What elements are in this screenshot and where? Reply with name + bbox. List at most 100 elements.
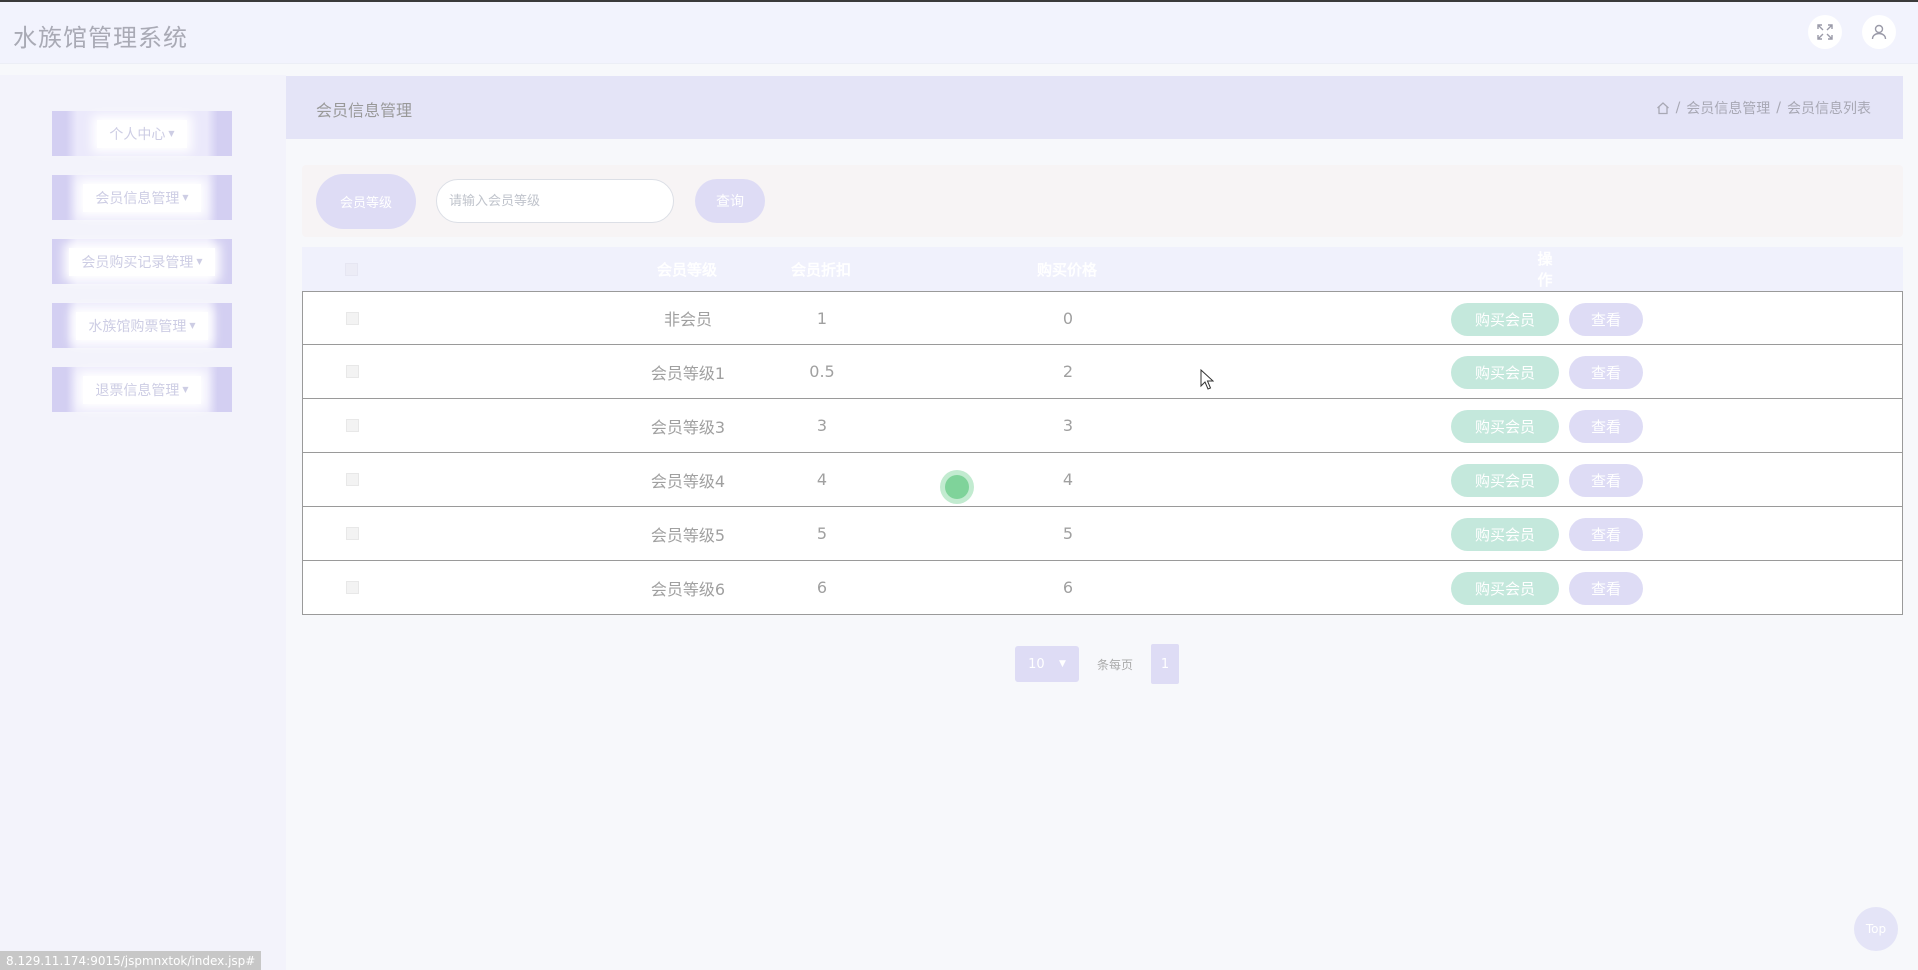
- purchase-price: 0: [1062, 308, 1074, 328]
- sidebar-item-refund[interactable]: 退票信息管理 ▼: [52, 367, 232, 412]
- select-all-checkbox[interactable]: [344, 262, 358, 276]
- column-header-price[interactable]: 购买价格: [1037, 259, 1097, 280]
- member-level: 会员等级4: [650, 471, 726, 491]
- member-table: 会员等级 会员折扣 购买价格 操作 非会员 1 0 购买会员 查看 会员等级1 0.5 2 购买…: [302, 247, 1903, 615]
- sidebar-item-inner: 会员购买记录管理 ▼: [69, 247, 215, 276]
- page-size-select[interactable]: 10 ▼: [1015, 646, 1079, 682]
- header-checkbox-cell: [338, 247, 364, 291]
- sidebar-item-label: 会员信息管理: [95, 190, 180, 207]
- search-button[interactable]: 查询: [695, 179, 765, 223]
- view-button[interactable]: 查看: [1569, 572, 1643, 605]
- buy-member-button[interactable]: 购买会员: [1451, 572, 1559, 605]
- member-level: 会员等级6: [650, 579, 726, 599]
- row-checkbox[interactable]: [345, 311, 359, 325]
- app-header: 水族馆管理系统: [0, 2, 1918, 64]
- column-header-actions: 操作: [1537, 250, 1553, 289]
- breadcrumb-item[interactable]: 会员信息管理: [1686, 98, 1770, 118]
- breadcrumb-separator: /: [1675, 100, 1681, 116]
- row-checkbox-cell: [339, 453, 365, 506]
- breadcrumb-bar: 会员信息管理 / 会员信息管理 / 会员信息列表: [286, 76, 1903, 139]
- member-discount: 4: [816, 470, 828, 489]
- member-level: 会员等级3: [650, 417, 726, 437]
- sidebar-item-member-purchase[interactable]: 会员购买记录管理 ▼: [52, 239, 232, 284]
- column-header-discount[interactable]: 会员折扣: [791, 259, 851, 280]
- row-checkbox[interactable]: [345, 581, 359, 594]
- view-button[interactable]: 查看: [1569, 410, 1643, 443]
- member-discount: 6: [816, 578, 828, 597]
- row-actions: 购买会员 查看: [1451, 518, 1643, 551]
- chevron-down-icon: ▼: [1058, 659, 1066, 669]
- row-checkbox-cell: [339, 345, 365, 398]
- page-title: 会员信息管理: [316, 101, 413, 120]
- sidebar-item-inner: 水族馆购票管理 ▼: [76, 311, 208, 340]
- row-checkbox-cell: [339, 507, 365, 560]
- purchase-price: 3: [1062, 416, 1074, 435]
- member-level: 会员等级1: [650, 363, 726, 383]
- fullscreen-button[interactable]: [1808, 15, 1842, 49]
- sidebar-item-label: 会员购买记录管理: [81, 254, 194, 271]
- pagination: 10 ▼ 条每页 1: [1015, 644, 1180, 684]
- buy-member-button[interactable]: 购买会员: [1451, 356, 1559, 389]
- search-input[interactable]: [436, 179, 674, 223]
- fullscreen-icon: [1817, 24, 1833, 40]
- sidebar-item-inner: 会员信息管理 ▼: [83, 183, 201, 212]
- home-icon[interactable]: [1656, 101, 1670, 115]
- click-indicator-core: [945, 475, 969, 499]
- user-icon: [1871, 24, 1887, 40]
- mouse-cursor-icon: [1200, 369, 1214, 390]
- sidebar-item-label: 个人中心: [109, 126, 166, 143]
- sidebar-item-label: 退票信息管理: [95, 382, 180, 399]
- search-bar: 会员等级 查询: [302, 165, 1903, 237]
- table-row: 会员等级1 0.5 2 购买会员 查看: [302, 345, 1903, 399]
- app-title: 水族馆管理系统: [13, 24, 188, 52]
- sidebar-item-ticket[interactable]: 水族馆购票管理 ▼: [52, 303, 232, 348]
- view-button[interactable]: 查看: [1569, 464, 1643, 497]
- back-to-top-button[interactable]: Top: [1854, 907, 1898, 951]
- purchase-price: 6: [1062, 578, 1074, 597]
- breadcrumb: / 会员信息管理 / 会员信息列表: [1656, 98, 1871, 118]
- caret-down-icon: ▼: [182, 385, 189, 394]
- row-checkbox[interactable]: [345, 527, 359, 540]
- page-size-label: 条每页: [1097, 657, 1134, 672]
- caret-down-icon: ▼: [189, 321, 196, 330]
- search-label: 会员等级: [316, 174, 416, 229]
- breadcrumb-item: 会员信息列表: [1787, 101, 1871, 117]
- status-bar-url: 8.129.11.174:9015/jspmnxtok/index.jsp#: [0, 951, 262, 970]
- user-button[interactable]: [1862, 15, 1896, 49]
- row-actions: 购买会员 查看: [1451, 356, 1643, 389]
- purchase-price: 4: [1062, 470, 1074, 489]
- row-checkbox-cell: [339, 561, 365, 614]
- table-row: 会员等级3 3 3 购买会员 查看: [302, 399, 1903, 453]
- click-indicator: [940, 470, 974, 504]
- member-discount: 1: [816, 308, 828, 328]
- caret-down-icon: ▼: [168, 129, 175, 138]
- member-level: 会员等级5: [650, 525, 726, 545]
- view-button[interactable]: 查看: [1569, 303, 1643, 336]
- buy-member-button[interactable]: 购买会员: [1451, 464, 1559, 497]
- buy-member-button[interactable]: 购买会员: [1451, 410, 1559, 443]
- row-checkbox-cell: [339, 399, 365, 452]
- table-row: 会员等级4 4 4 购买会员 查看: [302, 453, 1903, 507]
- row-checkbox[interactable]: [345, 419, 359, 432]
- row-actions: 购买会员 查看: [1451, 572, 1643, 605]
- row-actions: 购买会员 查看: [1451, 303, 1643, 336]
- buy-member-button[interactable]: 购买会员: [1451, 518, 1559, 551]
- row-actions: 购买会员 查看: [1451, 410, 1643, 443]
- row-checkbox[interactable]: [345, 365, 359, 378]
- purchase-price: 2: [1062, 362, 1074, 381]
- caret-down-icon: ▼: [182, 193, 189, 202]
- sidebar-item-inner: 个人中心 ▼: [97, 119, 187, 148]
- page-number-button[interactable]: 1: [1151, 644, 1180, 684]
- member-discount: 3: [816, 416, 828, 435]
- buy-member-button[interactable]: 购买会员: [1451, 303, 1559, 336]
- sidebar-item-personal-center[interactable]: 个人中心 ▼: [52, 111, 232, 156]
- column-header-level[interactable]: 会员等级: [657, 259, 717, 280]
- view-button[interactable]: 查看: [1569, 518, 1643, 551]
- table-header: 会员等级 会员折扣 购买价格 操作: [302, 247, 1903, 291]
- member-discount: 5: [816, 524, 828, 543]
- sidebar-item-member-info[interactable]: 会员信息管理 ▼: [52, 175, 232, 220]
- view-button[interactable]: 查看: [1569, 356, 1643, 389]
- table-row: 会员等级6 6 6 购买会员 查看: [302, 561, 1903, 615]
- row-checkbox[interactable]: [345, 473, 359, 486]
- page-size-value: 10: [1028, 656, 1045, 672]
